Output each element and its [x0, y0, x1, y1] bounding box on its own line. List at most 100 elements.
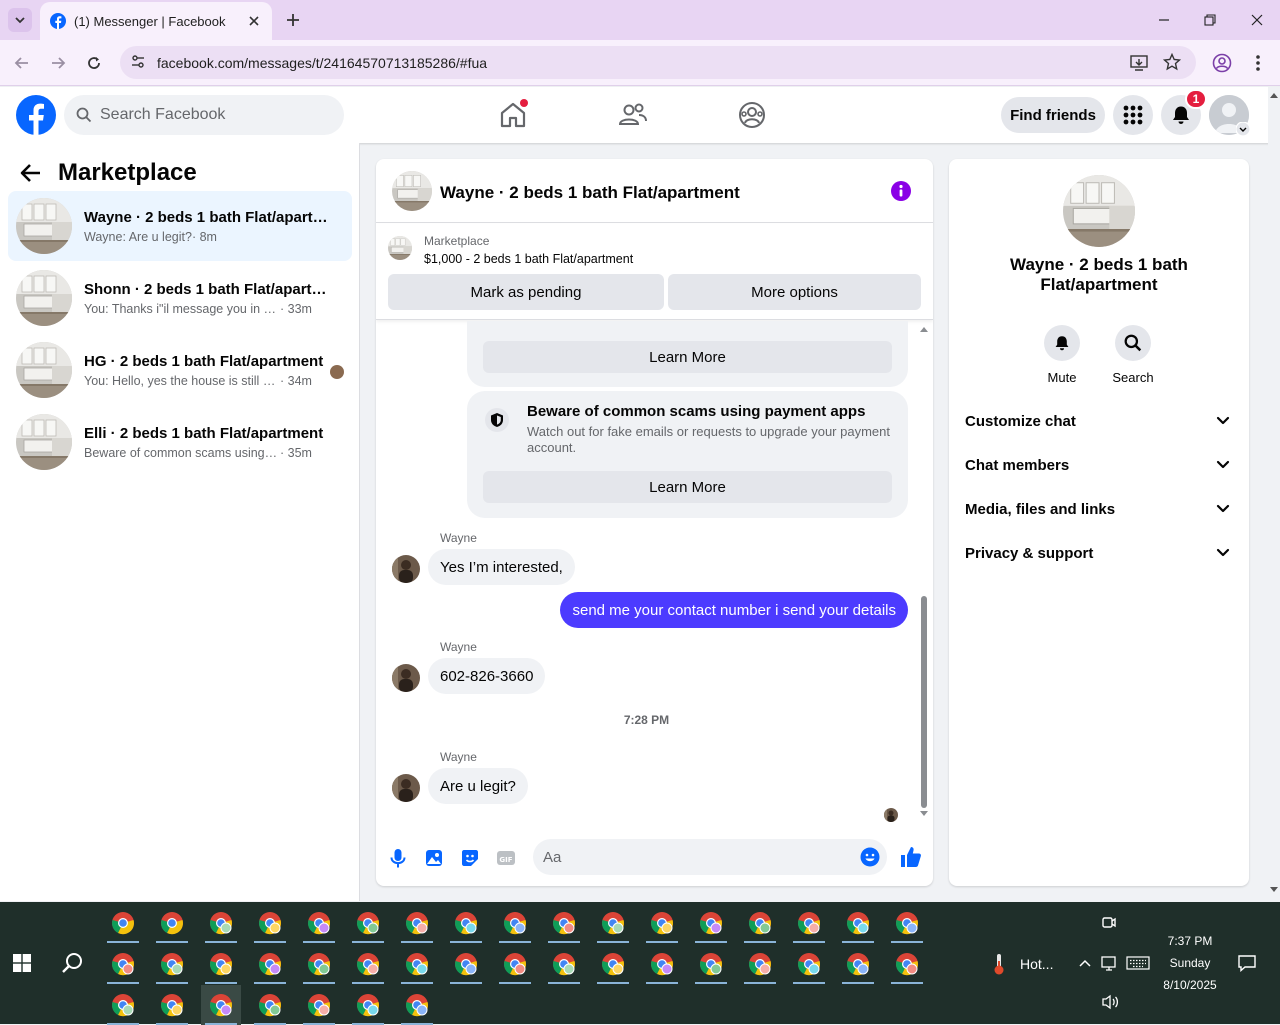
taskbar-chrome-window[interactable] — [691, 903, 731, 943]
facebook-logo-icon[interactable] — [16, 95, 56, 135]
taskbar-chrome-window[interactable] — [789, 903, 829, 943]
taskbar-chrome-window[interactable] — [201, 985, 241, 1025]
notifications-center-icon[interactable] — [1237, 954, 1257, 972]
start-button[interactable] — [2, 943, 42, 983]
friends-icon[interactable] — [617, 99, 649, 131]
taskbar-chrome-window[interactable] — [250, 985, 290, 1025]
taskbar-chrome-window[interactable] — [299, 985, 339, 1025]
taskbar-search-button[interactable] — [52, 943, 92, 983]
profile-icon[interactable] — [1212, 53, 1232, 73]
taskbar-chrome-window[interactable] — [495, 903, 535, 943]
taskbar-chrome-window[interactable] — [299, 903, 339, 943]
taskbar-chrome-window[interactable] — [789, 944, 829, 984]
incoming-message[interactable]: Yes I’m interested, — [428, 549, 575, 585]
message-input[interactable]: Aa — [533, 839, 887, 875]
taskbar-chrome-window[interactable] — [152, 944, 192, 984]
keyboard-icon[interactable] — [1126, 956, 1150, 970]
conversation-info-button[interactable] — [891, 181, 911, 201]
browser-menu-icon[interactable] — [1250, 53, 1266, 73]
taskbar-chrome-window[interactable] — [201, 903, 241, 943]
taskbar-chrome-window[interactable] — [348, 944, 388, 984]
conversation-avatar[interactable] — [1063, 175, 1135, 247]
outgoing-message[interactable]: send me your contact number i send your … — [560, 592, 908, 628]
listing-title[interactable]: $1,000 - 2 beds 1 bath Flat/apartment — [424, 252, 633, 266]
forward-button[interactable] — [46, 51, 70, 75]
conversation-item[interactable]: Shonn · 2 beds 1 bath Flat/apartm... You… — [8, 263, 352, 333]
address-bar[interactable]: facebook.com/messages/t/2416457071318528… — [120, 46, 1196, 79]
incoming-message[interactable]: Are u legit? — [428, 768, 528, 804]
new-tab-button[interactable] — [282, 9, 304, 31]
minimize-button[interactable] — [1152, 8, 1176, 32]
close-tab-icon[interactable] — [246, 13, 262, 29]
weather-widget[interactable]: Hot... — [990, 952, 1053, 976]
taskbar-chrome-window[interactable] — [397, 944, 437, 984]
taskbar-chrome-window[interactable] — [397, 903, 437, 943]
sender-avatar[interactable] — [392, 774, 420, 802]
customize-chat-section[interactable]: Customize chat — [965, 401, 1233, 441]
learn-more-button[interactable]: Learn More — [483, 341, 892, 373]
mark-as-pending-button[interactable]: Mark as pending — [388, 274, 664, 310]
bookmark-star-icon[interactable] — [1163, 53, 1181, 71]
taskbar-chrome-window[interactable] — [446, 903, 486, 943]
sticker-icon[interactable] — [459, 847, 481, 869]
taskbar-chrome-window[interactable] — [103, 944, 143, 984]
taskbar-chrome-window[interactable] — [544, 944, 584, 984]
tab-search-button[interactable] — [8, 8, 32, 32]
mute-button[interactable]: Mute — [1032, 325, 1092, 385]
chat-avatar[interactable] — [392, 171, 432, 211]
taskbar-chrome-window[interactable] — [740, 903, 780, 943]
sender-avatar[interactable] — [392, 555, 420, 583]
close-window-button[interactable] — [1245, 8, 1269, 32]
site-settings-icon[interactable] — [130, 54, 146, 70]
emoji-icon[interactable] — [860, 847, 880, 867]
taskbar-chrome-window[interactable] — [642, 944, 682, 984]
taskbar-chrome-window[interactable] — [201, 944, 241, 984]
volume-icon[interactable] — [1101, 994, 1119, 1010]
privacy-support-section[interactable]: Privacy & support — [965, 533, 1233, 573]
back-button[interactable] — [10, 51, 34, 75]
taskbar-chrome-window[interactable] — [299, 944, 339, 984]
taskbar-chrome-window[interactable] — [593, 903, 633, 943]
conversation-item[interactable]: Wayne · 2 beds 1 bath Flat/apartm... Way… — [8, 191, 352, 261]
media-files-links-section[interactable]: Media, files and links — [965, 489, 1233, 529]
conversation-item[interactable]: Elli · 2 beds 1 bath Flat/apartment Bewa… — [8, 407, 352, 477]
taskbar-chrome-window[interactable] — [348, 985, 388, 1025]
taskbar-chrome-window[interactable] — [103, 985, 143, 1025]
taskbar-chrome-window[interactable] — [250, 944, 290, 984]
taskbar-chrome-window[interactable] — [446, 944, 486, 984]
taskbar-chrome-window[interactable] — [250, 903, 290, 943]
conversation-item[interactable]: HG · 2 beds 1 bath Flat/apartment You: H… — [8, 335, 352, 405]
incoming-message[interactable]: 602-826-3660 — [428, 658, 546, 694]
microphone-icon[interactable] — [387, 847, 409, 869]
taskbar-chrome-window[interactable] — [740, 944, 780, 984]
network-icon[interactable] — [1101, 956, 1119, 972]
chevron-up-icon[interactable] — [1078, 957, 1092, 971]
taskbar-chrome-window[interactable] — [348, 903, 388, 943]
browser-tab[interactable]: (1) Messenger | Facebook — [40, 2, 272, 40]
install-app-icon[interactable] — [1130, 54, 1148, 72]
taskbar-chrome-window[interactable] — [691, 944, 731, 984]
taskbar-chrome-window[interactable] — [838, 944, 878, 984]
back-arrow-icon[interactable] — [20, 162, 42, 184]
search-in-conversation-button[interactable]: Search — [1103, 325, 1163, 385]
taskbar-chrome-window[interactable] — [397, 985, 437, 1025]
groups-icon[interactable] — [736, 99, 768, 131]
taskbar-chrome-window[interactable] — [593, 944, 633, 984]
taskbar-chrome-window[interactable] — [103, 903, 143, 943]
thumbs-up-icon[interactable] — [899, 845, 923, 869]
chat-title[interactable]: Wayne · 2 beds 1 bath Flat/apartment — [440, 183, 740, 203]
account-chevron-icon[interactable] — [1236, 122, 1250, 136]
taskbar-chrome-window[interactable] — [544, 903, 584, 943]
gif-icon[interactable]: GIF — [495, 847, 517, 869]
meet-now-icon[interactable] — [1101, 914, 1117, 930]
home-icon[interactable] — [497, 99, 529, 131]
chat-members-section[interactable]: Chat members — [965, 445, 1233, 485]
reload-button[interactable] — [82, 51, 106, 75]
learn-more-button[interactable]: Learn More — [483, 471, 892, 503]
facebook-search-input[interactable]: Search Facebook — [64, 95, 344, 135]
taskbar-chrome-window[interactable] — [887, 944, 927, 984]
page-scrollbar[interactable] — [1268, 87, 1280, 901]
taskbar-chrome-window[interactable] — [887, 903, 927, 943]
photo-icon[interactable] — [423, 847, 445, 869]
menu-button[interactable] — [1113, 95, 1153, 135]
